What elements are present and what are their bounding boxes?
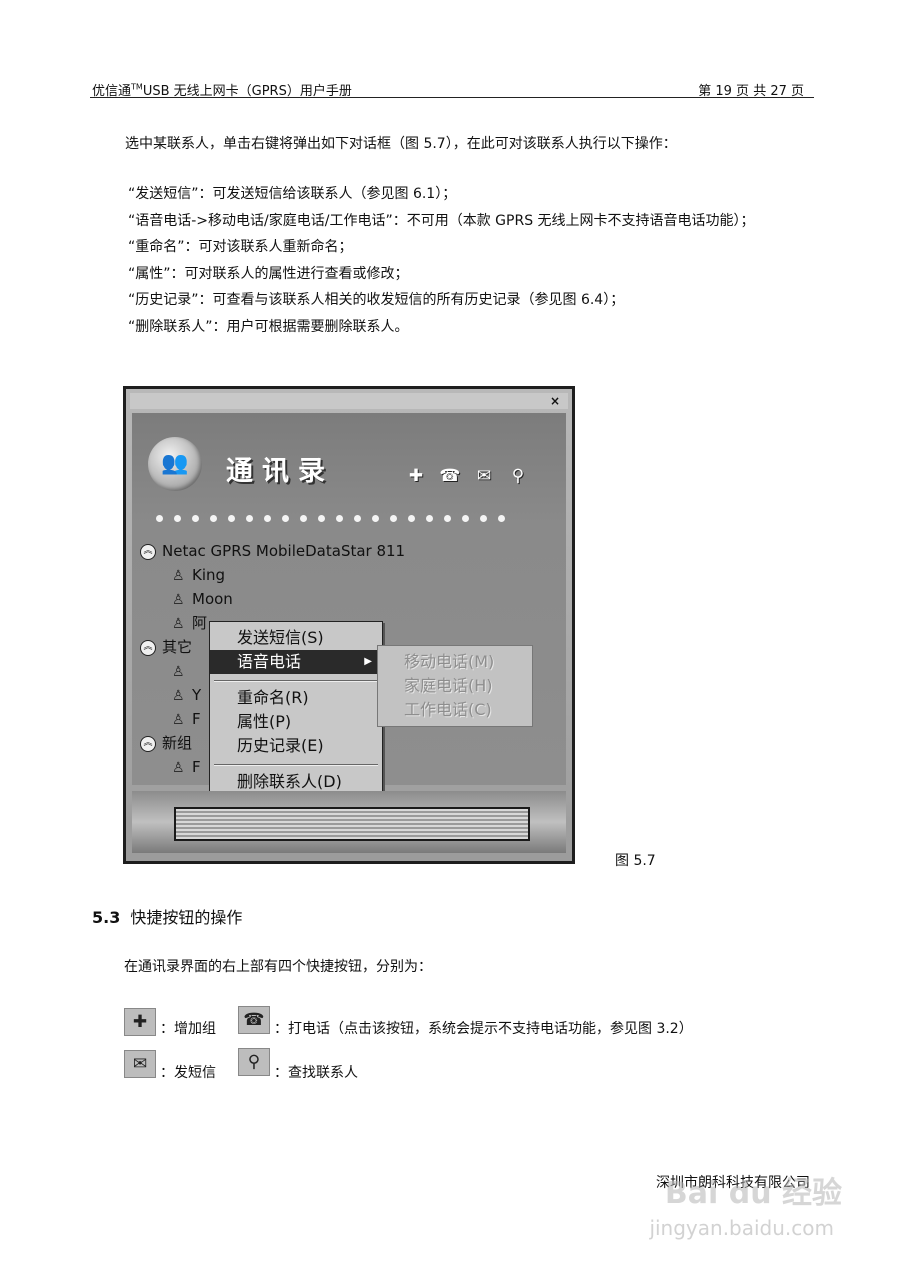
collapse-icon[interactable]: ︽ bbox=[140, 639, 156, 656]
context-menu: 发送短信(S) 语音电话 ▶ 重命名(R) 属性(P) 历史记录(E) 删除联系人… bbox=[209, 621, 383, 809]
list-item: “发送短信”：可发送短信给该联系人（参见图 6.1）； bbox=[128, 186, 457, 202]
person-icon: ♙ bbox=[172, 760, 185, 776]
collapse-icon[interactable]: ︽ bbox=[140, 543, 156, 560]
section-heading: 5.3 快捷按钮的操作 bbox=[92, 908, 243, 927]
search-icon[interactable]: ⚲ bbox=[506, 465, 530, 487]
watermark-logo: Bai du 经验 bbox=[664, 1176, 842, 1211]
phone-icon: ☎ bbox=[238, 1006, 270, 1034]
menu-item-rename[interactable]: 重命名(R) bbox=[210, 686, 382, 710]
list-item: “删除联系人”：用户可根据需要删除联系人。 bbox=[128, 318, 409, 335]
contact-row[interactable]: ♙ Moon bbox=[172, 587, 233, 611]
person-icon: ♙ bbox=[172, 688, 185, 704]
list-item: “语音电话->移动电话/家庭电话/工作电话”：不可用（本款 GPRS 无线上网卡… bbox=[128, 212, 755, 229]
contact-row[interactable]: ♙ bbox=[172, 659, 192, 683]
search-description: ：查找联系人 bbox=[274, 1065, 358, 1081]
window-titlebar: × bbox=[130, 393, 568, 409]
collapse-icon[interactable]: ︽ bbox=[140, 735, 156, 752]
add-group-icon: ✚ bbox=[124, 1008, 156, 1036]
app-title: 通讯录 bbox=[226, 456, 334, 487]
contacts-window-screenshot: × 👥 通讯录 ✚ ☎ ✉ ⚲ ︽ Netac GPRS MobileDataSt… bbox=[123, 386, 575, 864]
voice-call-submenu: 移动电话(M) 家庭电话(H) 工作电话(C) bbox=[377, 645, 533, 727]
contact-row[interactable]: ♙ F bbox=[172, 755, 201, 779]
contact-row[interactable]: ♙ Y bbox=[172, 683, 201, 707]
person-icon: ♙ bbox=[172, 664, 185, 680]
contact-row-selected[interactable]: ♙ 阿 bbox=[172, 611, 207, 635]
submenu-arrow-icon: ▶ bbox=[364, 656, 372, 667]
menu-separator bbox=[214, 764, 378, 766]
list-item: “属性”：可对联系人的属性进行查看或修改； bbox=[128, 265, 409, 282]
window-frame: × 👥 通讯录 ✚ ☎ ✉ ⚲ ︽ Netac GPRS MobileDataSt… bbox=[126, 389, 572, 861]
submenu-item-work[interactable]: 工作电话(C) bbox=[404, 698, 492, 722]
close-icon[interactable]: × bbox=[548, 394, 562, 408]
group-row[interactable]: ︽ Netac GPRS MobileDataStar 811 bbox=[140, 539, 405, 563]
dotted-divider bbox=[156, 515, 505, 522]
phone-icon[interactable]: ☎ bbox=[438, 465, 462, 487]
phone-description: ：打电话（点击该按钮，系统会提示不支持电话功能，参见图 3.2） bbox=[274, 1021, 693, 1037]
submenu-item-home[interactable]: 家庭电话(H) bbox=[404, 674, 493, 698]
menu-item-voice-call[interactable]: 语音电话 ▶ bbox=[210, 650, 382, 674]
add-group-icon[interactable]: ✚ bbox=[404, 465, 428, 487]
person-icon: ♙ bbox=[172, 568, 185, 584]
person-icon: ♙ bbox=[172, 616, 185, 632]
contacts-logo-icon: 👥 bbox=[148, 437, 202, 491]
list-item: “历史记录”：可查看与该联系人相关的收发短信的所有历史记录（参见图 6.4）； bbox=[128, 292, 625, 308]
menu-item-history[interactable]: 历史记录(E) bbox=[210, 734, 382, 758]
intro-paragraph: 选中某联系人，单击右键将弹出如下对话框（图 5.7），在此可对该联系人执行以下操… bbox=[125, 136, 677, 152]
toolbar: ✚ ☎ ✉ ⚲ bbox=[404, 465, 530, 487]
contact-row[interactable]: ♙ F bbox=[172, 707, 201, 731]
status-bar bbox=[174, 807, 530, 841]
operation-list: “发送短信”：可发送短信给该联系人（参见图 6.1）； “语音电话->移动电话/… bbox=[128, 181, 755, 340]
person-icon: ♙ bbox=[172, 712, 185, 728]
section-intro: 在通讯录界面的右上部有四个快捷按钮，分别为： bbox=[124, 959, 432, 975]
submenu-item-mobile[interactable]: 移动电话(M) bbox=[404, 650, 494, 674]
group-row[interactable]: ︽ 其它 bbox=[140, 635, 192, 659]
list-item: “重命名”：可对该联系人重新命名； bbox=[128, 239, 353, 255]
header-rule bbox=[90, 97, 814, 98]
search-icon: ⚲ bbox=[238, 1048, 270, 1076]
sms-icon[interactable]: ✉ bbox=[472, 465, 496, 487]
sms-icon: ✉ bbox=[124, 1050, 156, 1078]
add-group-description: ：增加组 bbox=[160, 1021, 216, 1037]
window-footer bbox=[132, 791, 566, 853]
sms-description: ：发短信 bbox=[160, 1065, 216, 1081]
person-icon: ♙ bbox=[172, 592, 185, 608]
figure-caption: 图 5.7 bbox=[615, 853, 656, 869]
menu-item-send-sms[interactable]: 发送短信(S) bbox=[210, 626, 382, 650]
watermark-url: jingyan.baidu.com bbox=[649, 1216, 834, 1240]
group-row[interactable]: ︽ 新组 bbox=[140, 731, 192, 755]
menu-separator bbox=[214, 680, 378, 682]
contact-row[interactable]: ♙ King bbox=[172, 563, 225, 587]
menu-item-properties[interactable]: 属性(P) bbox=[210, 710, 382, 734]
window-body: 👥 通讯录 ✚ ☎ ✉ ⚲ ︽ Netac GPRS MobileDataStar… bbox=[132, 413, 566, 809]
